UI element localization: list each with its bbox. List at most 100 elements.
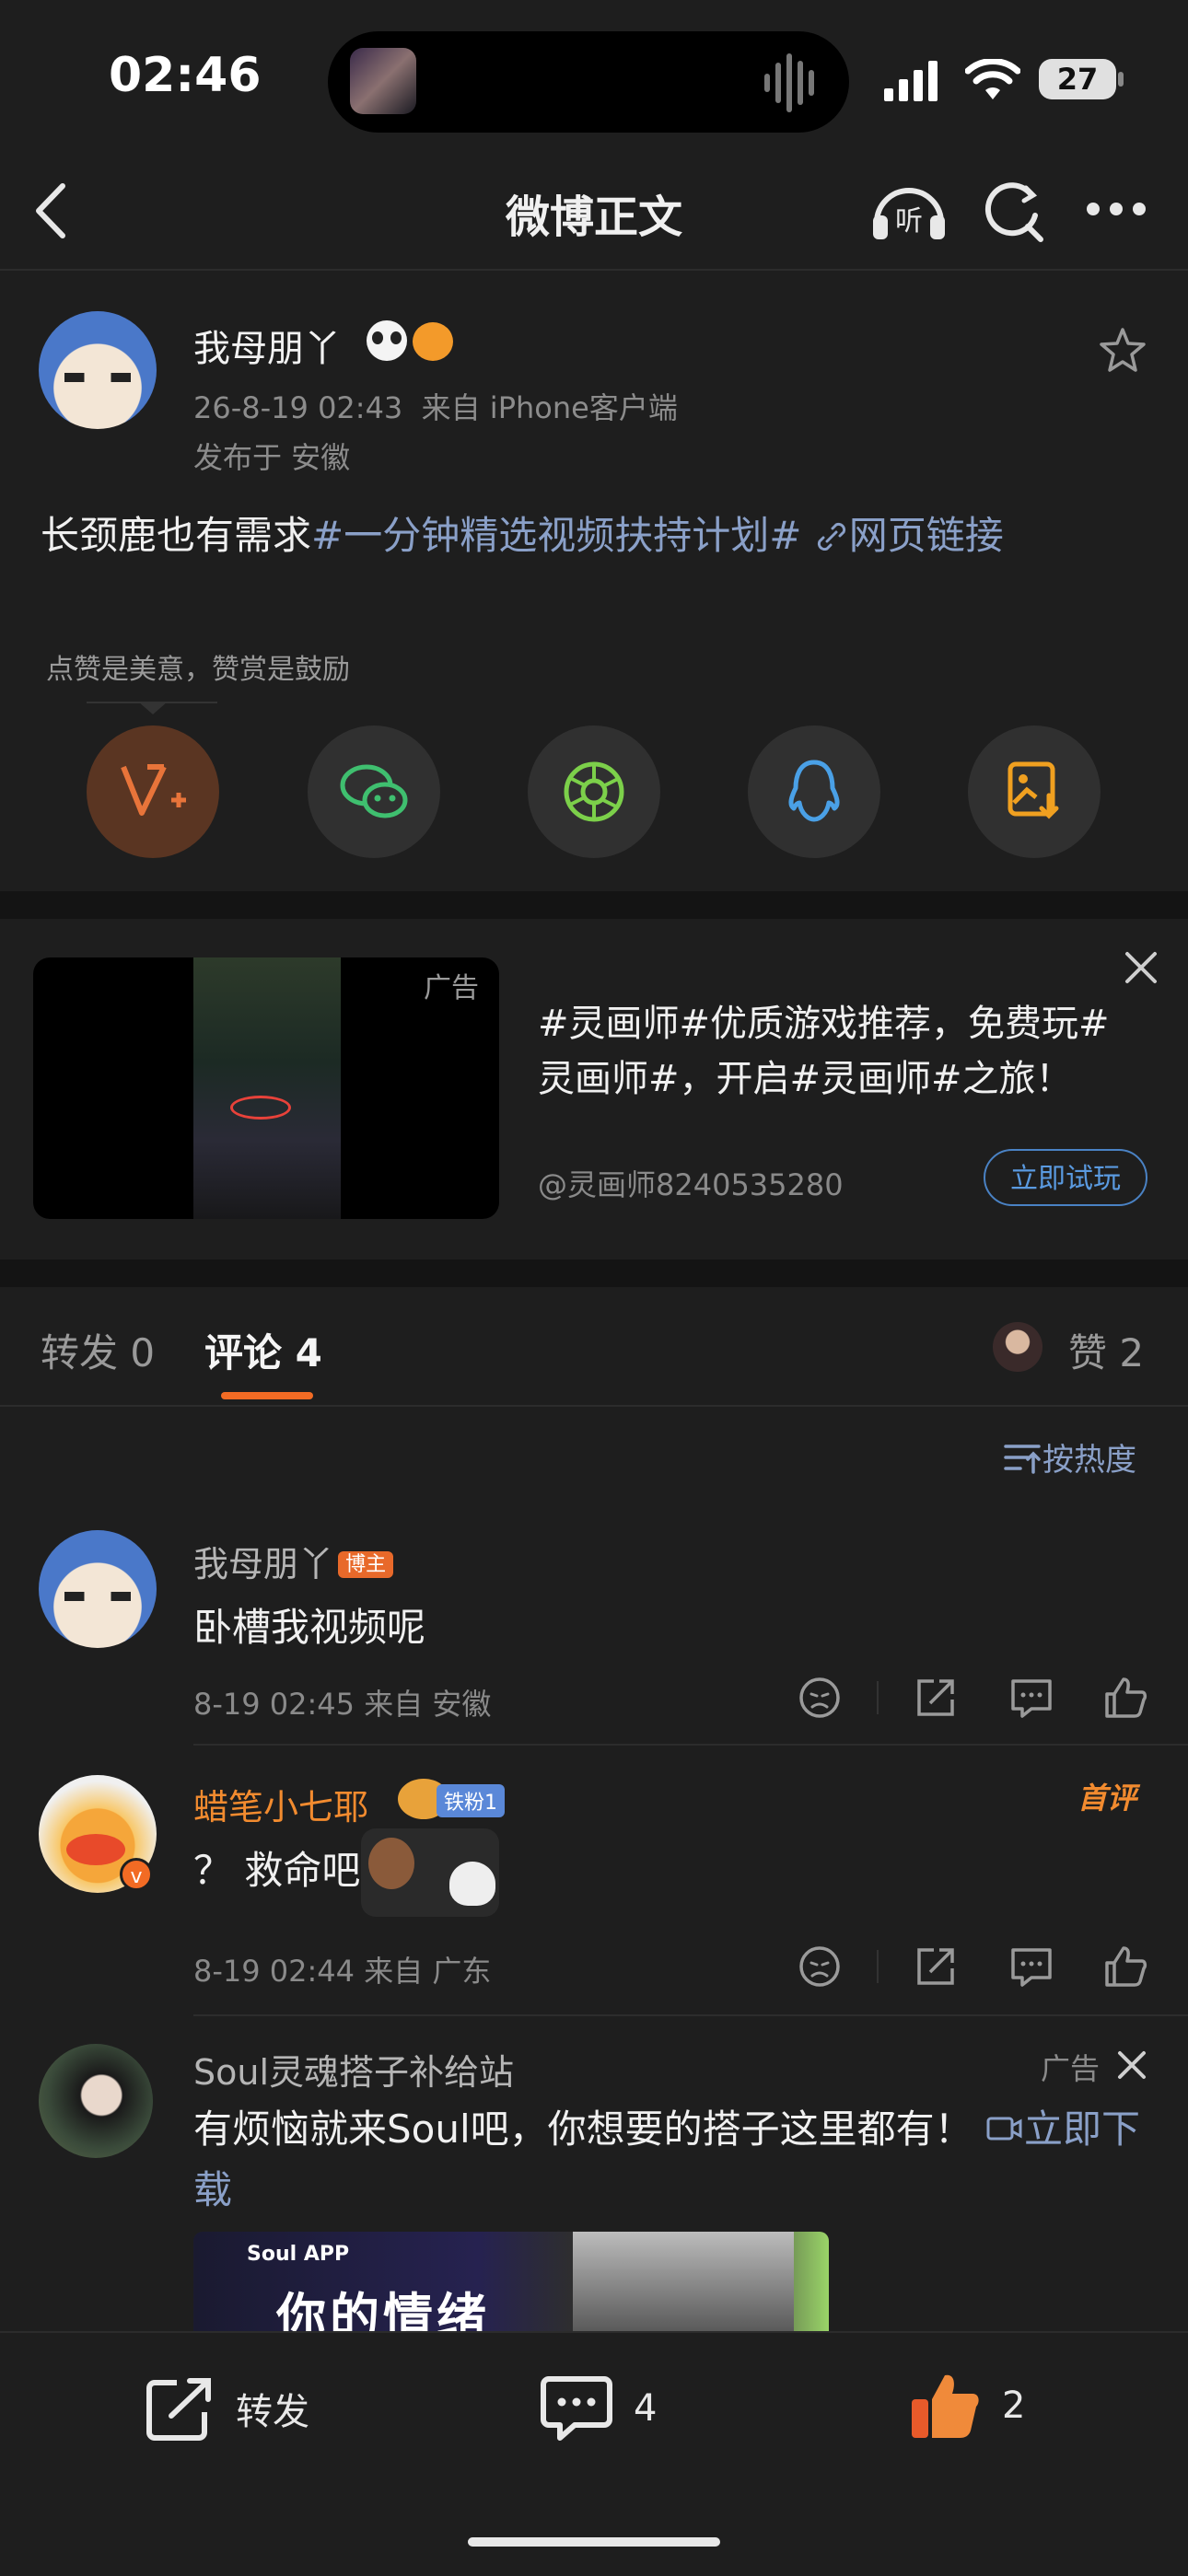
liker-avatar[interactable] <box>993 1322 1042 1372</box>
ad-game-screenshot <box>193 957 341 1219</box>
repost-icon <box>146 2378 211 2441</box>
sort-label: 按热度 <box>1042 1442 1136 1479</box>
action-separator <box>877 1950 879 1983</box>
battery-tip <box>1118 72 1124 87</box>
save-image-icon <box>1007 761 1059 819</box>
action-separator <box>877 1681 879 1714</box>
ad-source[interactable]: @灵画师8240535280 <box>538 1162 844 1204</box>
ad-comment-text: 有烦恼就来Soul吧，你想要的搭子这里都有！ <box>193 2106 973 2152</box>
post-source: 来自 iPhone客户端 <box>421 390 678 425</box>
qq-penguin-icon <box>788 760 840 822</box>
iron-fan-badge: 铁粉1 <box>437 1784 505 1817</box>
panda-emoji-icon <box>367 320 407 361</box>
banner-photo <box>573 2232 794 2331</box>
reward-v-plus-icon <box>121 764 186 816</box>
post-location: 发布于 安徽 <box>193 440 351 475</box>
soul-brand: Soul APP <box>247 2243 350 2266</box>
comment-author[interactable]: 我母朋丫 <box>193 1544 333 1584</box>
comment-avatar[interactable] <box>39 1530 157 1648</box>
share-wechat-button[interactable] <box>308 725 440 858</box>
comment-name-row-2: 蜡笔小七耶 铁粉1 <box>193 1779 505 1829</box>
first-comment-label: 首评 <box>1077 1781 1137 1816</box>
web-link[interactable]: 网页链接 <box>814 513 1004 558</box>
sort-icon <box>1004 1445 1041 1474</box>
bottom-repost-label: 转发 <box>236 2391 309 2433</box>
sort-button[interactable]: 按热度 <box>1002 1434 1136 1479</box>
active-tab-indicator <box>221 1392 313 1399</box>
sticker-character <box>368 1838 414 1889</box>
author-avatar[interactable] <box>39 311 157 429</box>
moments-aperture-icon <box>564 761 624 822</box>
ad-text[interactable]: #灵画师#优质游戏推荐，免费玩#灵画师#，开启#灵画师#之旅！ <box>538 996 1146 1107</box>
ad-comment-banner[interactable]: Soul APP 你的情绪 <box>193 2232 829 2331</box>
like-comment-icon[interactable] <box>1101 1674 1149 1722</box>
tiger-emoji-icon <box>413 322 453 361</box>
dislike-face-icon[interactable] <box>796 1943 844 1990</box>
post-meta: 26-8-19 02:43 来自 iPhone客户端 <box>193 385 678 427</box>
tab-repost[interactable]: 转发 0 <box>41 1322 155 1378</box>
svg-text:听: 听 <box>895 205 923 238</box>
refresh-search-icon[interactable] <box>982 179 1044 243</box>
share-moments-button[interactable] <box>528 725 660 858</box>
section-gap-2 <box>0 1259 1188 1287</box>
post-timestamp: 26-8-19 02:43 <box>193 390 403 425</box>
comment-divider-2 <box>193 2014 1188 2016</box>
tab-likes[interactable]: 赞 2 <box>1068 1322 1144 1378</box>
sticker-image[interactable] <box>361 1828 499 1917</box>
bottom-repost-button[interactable]: 转发 <box>144 2375 309 2442</box>
listen-headphones-icon[interactable]: 听 <box>869 175 949 243</box>
section-gap <box>0 891 1188 919</box>
battery-indicator: 27 <box>1039 59 1116 99</box>
soul-banner-text: 你的情绪 <box>276 2288 490 2331</box>
comment-divider <box>193 1744 1188 1746</box>
reply-comment-icon[interactable] <box>1007 1674 1055 1722</box>
repost-comment-icon[interactable] <box>912 1674 960 1722</box>
reward-button[interactable] <box>87 725 219 858</box>
comment-icon <box>541 2376 612 2441</box>
game-target-ring <box>230 1096 291 1120</box>
post-text: 长颈鹿也有需求 <box>41 513 312 558</box>
ad-comment-avatar[interactable] <box>39 2044 153 2158</box>
more-options-icon[interactable] <box>1085 201 1147 217</box>
tabs-divider <box>0 1405 1188 1407</box>
post-content: 长颈鹿也有需求#一分钟精选视频扶持计划# 网页链接 <box>41 505 1004 561</box>
now-playing-artwork[interactable] <box>350 48 416 114</box>
tab-comments[interactable]: 评论 4 <box>204 1322 322 1378</box>
repost-comment-icon[interactable] <box>912 1943 960 1990</box>
comment-text: 卧槽我视频呢 <box>193 1605 426 1650</box>
web-link-label: 网页链接 <box>848 513 1004 558</box>
ad-video-label: 广告 <box>424 972 479 1004</box>
avatar-mouth <box>66 1834 125 1865</box>
nav-divider <box>0 269 1188 271</box>
ad-comment-author[interactable]: Soul灵魂搭子补给站 <box>193 2044 514 2094</box>
post-topic-link[interactable]: #一分钟精选视频扶持计划# <box>311 513 801 558</box>
sticker-ghost <box>449 1862 495 1906</box>
home-indicator <box>468 2537 720 2547</box>
bottom-comment-button[interactable]: 4 <box>540 2373 657 2443</box>
comment-name-row: 我母朋丫 博主 <box>193 1536 394 1586</box>
cellular-signal-icon <box>884 61 938 101</box>
reply-comment-icon[interactable] <box>1007 1943 1055 1990</box>
dislike-face-icon[interactable] <box>796 1674 844 1722</box>
favorite-star-icon[interactable] <box>1098 326 1147 374</box>
wechat-icon <box>340 764 408 818</box>
share-qq-button[interactable] <box>748 725 880 858</box>
reward-hint: 点赞是美意，赞赏是鼓励 <box>46 654 350 686</box>
save-image-button[interactable] <box>968 725 1101 858</box>
bottom-like-button[interactable]: 2 <box>908 2370 1025 2442</box>
download-link-icon <box>986 2117 1022 2141</box>
ad-video-thumbnail[interactable]: 广告 <box>33 957 499 1219</box>
status-time: 02:46 <box>109 48 262 103</box>
author-name[interactable]: 我母朋丫 <box>193 319 341 372</box>
try-play-button[interactable]: 立即试玩 <box>984 1149 1147 1206</box>
comment-meta-2: 8-19 02:44 来自 广东 <box>193 1954 492 1989</box>
like-comment-icon[interactable] <box>1101 1943 1149 1990</box>
audio-waveform-icon <box>764 53 814 112</box>
bottom-comment-count: 4 <box>634 2387 658 2430</box>
author-badge: 博主 <box>338 1551 394 1578</box>
close-ad-icon[interactable] <box>1124 950 1159 985</box>
close-ad-comment-icon[interactable] <box>1116 2049 1147 2081</box>
wifi-icon <box>965 59 1020 99</box>
comment-author-2[interactable]: 蜡笔小七耶 <box>193 1787 368 1828</box>
comment-meta: 8-19 02:45 来自 安徽 <box>193 1687 492 1722</box>
